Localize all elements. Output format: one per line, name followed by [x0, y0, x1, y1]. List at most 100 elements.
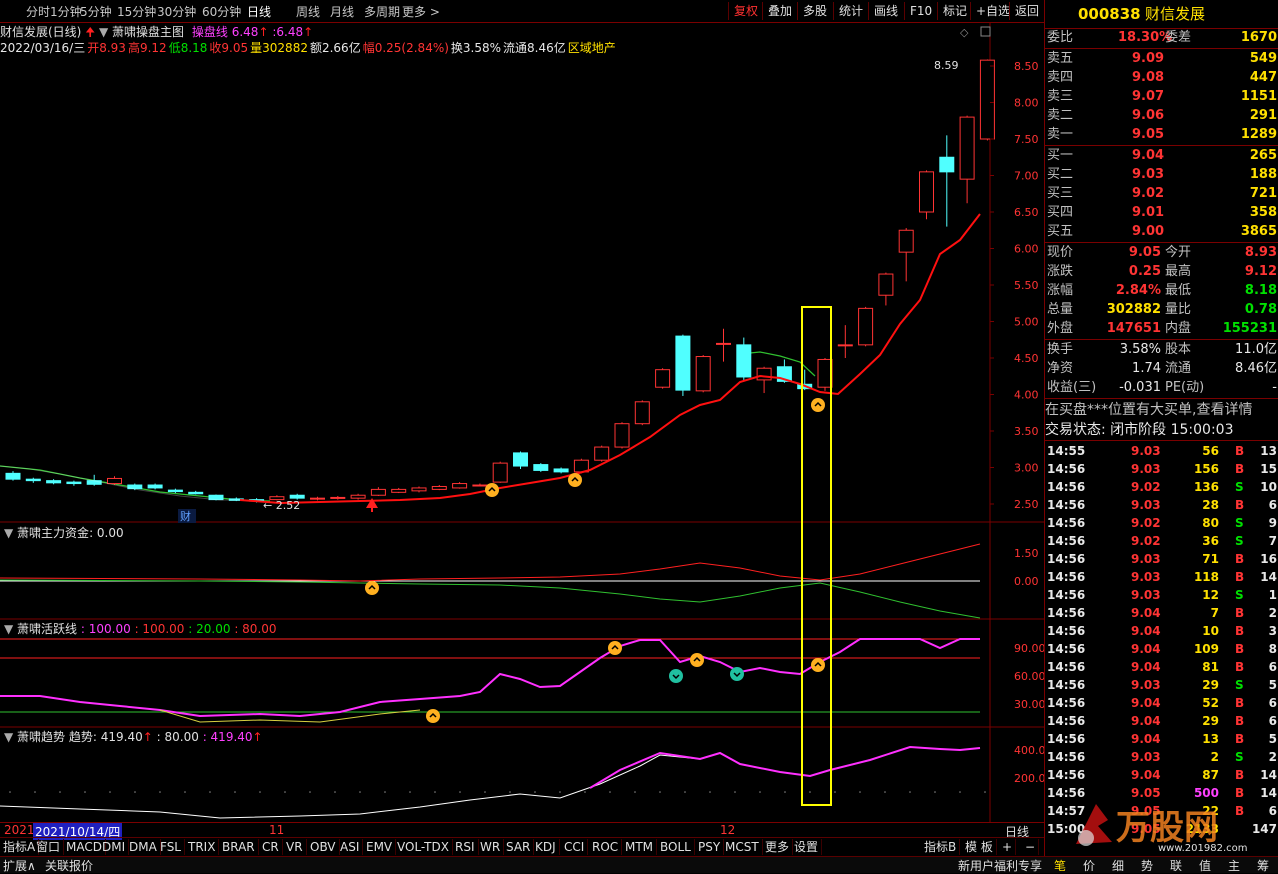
candle [614, 422, 630, 449]
quote-tab-4[interactable]: 联 [1170, 857, 1182, 874]
tick-direction: B [1235, 660, 1245, 674]
tick-time: 14:56 [1047, 642, 1086, 656]
price-tick: 5.50 [1014, 279, 1039, 292]
period-6[interactable]: 日线 [247, 3, 271, 20]
toolbar-button-5[interactable]: F10 [904, 2, 937, 20]
quote-tab-6[interactable]: 主 [1228, 857, 1240, 874]
indicator-tab-6[interactable]: TRIX [185, 839, 220, 855]
indicator-tab-1[interactable]: 窗口 [33, 839, 65, 855]
sell-row-3[interactable]: 卖二 9.06 291 [1045, 107, 1278, 125]
toolbar-button-2[interactable]: 多股 [797, 2, 832, 20]
tick-price: 9.03 [1131, 678, 1161, 692]
indicator-tab-16[interactable]: SAR [503, 839, 535, 855]
quote-tab-3[interactable]: 势 [1141, 857, 1153, 874]
related-quote-button[interactable]: 关联报价 [45, 857, 93, 874]
period-3[interactable]: 15分钟 [117, 3, 156, 20]
toolbar-button-1[interactable]: 叠加 [762, 2, 797, 20]
trend-panel: 400.0 200.0 [0, 744, 1044, 819]
finance-mark[interactable]: 财 [180, 509, 191, 523]
tick-direction: S [1235, 588, 1244, 602]
indicator-right-tab-0[interactable]: 指标B [921, 839, 961, 855]
buy-row-2[interactable]: 买三 9.02 721 [1045, 185, 1278, 203]
book-label: 卖四 [1047, 70, 1074, 85]
tick-price: 9.03 [1131, 750, 1161, 764]
indicator-tab-10[interactable]: OBV [307, 839, 340, 855]
quote-tab-2[interactable]: 细 [1112, 857, 1124, 874]
toolbar-button-4[interactable]: 画线 [868, 2, 903, 20]
candle [716, 328, 731, 362]
window-icon[interactable] [980, 26, 991, 37]
indicator-tab-3[interactable]: DMI [99, 839, 130, 855]
big-order-notice[interactable]: 在买盘***位置有大买单,查看详情 [1045, 401, 1278, 419]
period-8[interactable]: 月线 [330, 3, 354, 20]
indicator-tab-17[interactable]: KDJ [532, 839, 560, 855]
quote-tab-0[interactable]: 笔 [1054, 857, 1066, 874]
sell-row-2[interactable]: 卖三 9.07 1151 [1045, 88, 1278, 106]
period-4[interactable]: 30分钟 [157, 3, 196, 20]
indicator-tab-5[interactable]: FSL [157, 839, 185, 855]
buy-row-4[interactable]: 买五 9.00 3865 [1045, 223, 1278, 241]
quote-tab-5[interactable]: 值 [1199, 857, 1211, 874]
indicator-tab-13[interactable]: VOL-TDX [394, 839, 453, 855]
sell-row-0[interactable]: 卖五 9.09 549 [1045, 50, 1278, 68]
indicator-right-tab-1[interactable]: 模 板 [962, 839, 997, 855]
period-2[interactable]: 5分钟 [80, 3, 112, 20]
price-tick: 2.50 [1014, 498, 1039, 511]
book-price: 9.03 [1132, 167, 1165, 182]
expand-button[interactable]: 扩展∧ [3, 857, 36, 874]
weibi-row: 委比 18.30% 委差 1670 [1047, 30, 1277, 45]
indicator-tab-7[interactable]: BRAR [219, 839, 259, 855]
toolbar-button-8[interactable]: 返回 [1009, 2, 1044, 20]
indicator-tab-4[interactable]: DMA [126, 839, 161, 855]
diamond-icon[interactable]: ◇ [960, 26, 969, 39]
book-price: 9.07 [1132, 89, 1165, 104]
indicator-tab-20[interactable]: MTM [622, 839, 658, 855]
indicator-tab-11[interactable]: ASI [337, 839, 364, 855]
indicator-right-tab-3[interactable]: − [1022, 839, 1040, 855]
toolbar-button-0[interactable]: 复权 [728, 2, 763, 20]
tick-row: 14:55 9.03 56 B 13 [1045, 442, 1278, 460]
buy-row-1[interactable]: 买二 9.03 188 [1045, 166, 1278, 184]
tick-time: 14:56 [1047, 624, 1086, 638]
indicator-tab-22[interactable]: PSY [695, 839, 725, 855]
period-0[interactable]: 分时 [26, 3, 50, 20]
period-10[interactable]: 更多 > [402, 3, 440, 20]
indicator-tab-9[interactable]: VR [283, 839, 307, 855]
indicator-right-tab-2[interactable]: + [999, 839, 1017, 855]
indicator-tab-21[interactable]: BOLL [657, 839, 695, 855]
tick-volume: 29 [1202, 714, 1219, 728]
indicator-tab-19[interactable]: ROC [589, 839, 623, 855]
tick-time: 14:55 [1047, 444, 1086, 458]
indicator-tab-14[interactable]: RSI [452, 839, 479, 855]
quote-tab-7[interactable]: 筹 [1257, 857, 1269, 874]
stat-value: 8.18 [1244, 283, 1277, 298]
kline-chart[interactable]: 1.50 0.00 90.00 60.00 30.00 400.0 200.0 8.50… [0, 22, 1044, 822]
period-1[interactable]: 1分钟 [50, 3, 82, 20]
book-label: 卖二 [1047, 108, 1074, 123]
sell-row-1[interactable]: 卖四 9.08 447 [1045, 69, 1278, 87]
buy-row-0[interactable]: 买一 9.04 265 [1045, 147, 1278, 165]
buy-row-3[interactable]: 买四 9.01 358 [1045, 204, 1278, 222]
stat-value: 0.78 [1244, 302, 1277, 317]
indicator-tab-15[interactable]: WR [477, 839, 505, 855]
indicator-tab-18[interactable]: CCI [561, 839, 589, 855]
tick-direction: B [1235, 498, 1245, 512]
indicator-tab-8[interactable]: CR [259, 839, 283, 855]
stat2-row-0: 换手 3.58% 股本 11.0亿 [1045, 341, 1278, 359]
new-user-benefit-link[interactable]: 新用户福利专享 [958, 857, 1042, 874]
toolbar-button-6[interactable]: 标记 [937, 2, 972, 20]
period-7[interactable]: 周线 [296, 3, 320, 20]
period-5[interactable]: 60分钟 [202, 3, 241, 20]
quote-tab-1[interactable]: 价 [1083, 857, 1095, 874]
indicator-tab-24[interactable]: 更多 [762, 839, 794, 855]
tick-price: 9.03 [1131, 444, 1161, 458]
stat-label: 收益(三) [1047, 380, 1097, 395]
price-tick: 6.50 [1014, 206, 1039, 219]
indicator-tab-25[interactable]: 设置 [791, 839, 823, 855]
period-9[interactable]: 多周期 [364, 3, 400, 20]
toolbar-button-3[interactable]: 统计 [833, 2, 868, 20]
indicator-tab-12[interactable]: EMV [363, 839, 397, 855]
tick-price: 9.02 [1131, 534, 1161, 548]
indicator-tab-23[interactable]: MCST [722, 839, 763, 855]
sell-row-4[interactable]: 卖一 9.05 1289 [1045, 126, 1278, 144]
